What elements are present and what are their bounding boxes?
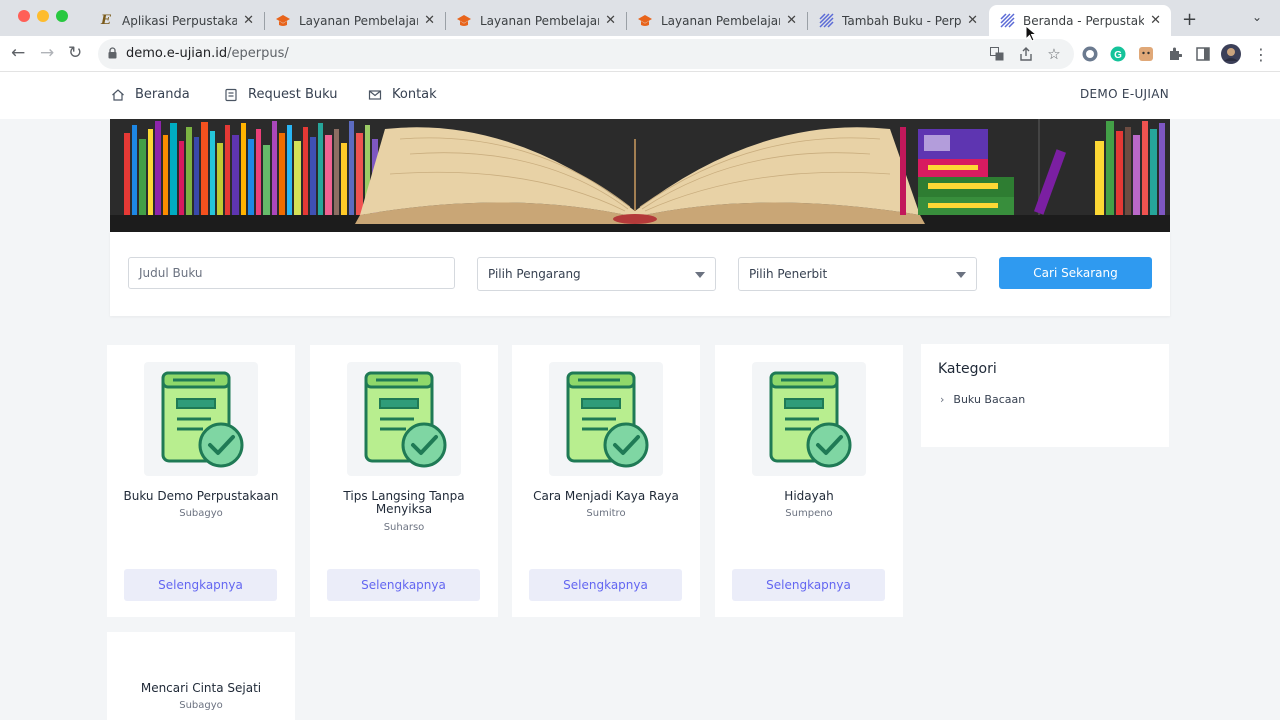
mail-icon [368, 89, 382, 100]
request-icon [225, 88, 237, 101]
browser-tab[interactable]: Tambah Buku - Perpusta ✕ [808, 5, 988, 36]
book-check-icon [161, 371, 244, 468]
lock-icon [108, 47, 117, 59]
book-card: Tips Langsing Tanpa Menyiksa Suharso Sel… [310, 345, 498, 617]
star-icon[interactable]: ☆ [1044, 44, 1064, 64]
book-thumbnail[interactable] [752, 362, 866, 476]
book-card: Buku Demo Perpustakaan Subagyo Selengkap… [107, 345, 295, 617]
category-panel: Kategori › Buku Bacaan [921, 344, 1169, 447]
book-card: Mencari Cinta Sejati Subagyo [107, 632, 295, 720]
back-arrow-icon[interactable]: ← [11, 43, 25, 63]
close-tab-icon[interactable]: ✕ [424, 13, 435, 28]
book-title[interactable]: Buku Demo Perpustakaan [115, 490, 287, 503]
site-header: Beranda Request Buku Kontak DEMO E-UJIAN [0, 72, 1280, 119]
category-item[interactable]: › Buku Bacaan [940, 393, 1025, 406]
minimize-window-button[interactable] [37, 10, 49, 22]
detail-button[interactable]: Selengkapnya [124, 569, 277, 601]
book-title[interactable]: Cara Menjadi Kaya Raya [520, 490, 692, 503]
profile-avatar[interactable] [1221, 44, 1241, 64]
svg-text:G: G [1114, 50, 1122, 61]
close-tab-icon[interactable]: ✕ [967, 13, 978, 28]
book-thumbnail[interactable] [347, 362, 461, 476]
forward-arrow-icon[interactable]: → [40, 43, 54, 63]
book-thumbnail[interactable] [144, 362, 258, 476]
book-card: Cara Menjadi Kaya Raya Sumitro Selengkap… [512, 345, 700, 617]
side-panel-icon[interactable] [1193, 44, 1213, 64]
translate-icon[interactable] [987, 44, 1007, 64]
browser-tab[interactable]: E Aplikasi Perpustakaan Se ✕ [88, 5, 264, 36]
detail-button[interactable]: Selengkapnya [529, 569, 682, 601]
nav-home[interactable]: Beranda [111, 87, 190, 102]
book-author: Sumpeno [785, 508, 833, 519]
address-bar[interactable]: demo.e-ujian.id/eperpus/ [98, 39, 1074, 69]
new-tab-button[interactable]: + [1182, 9, 1197, 30]
tab-search-chevron-icon[interactable]: ⌄ [1252, 10, 1262, 24]
nav-request-book[interactable]: Request Buku [224, 87, 337, 102]
browser-tab-active[interactable]: Beranda - Perpustakaan ✕ [989, 5, 1171, 36]
book-thumbnail[interactable] [549, 362, 663, 476]
category-title: Kategori [938, 361, 997, 377]
search-button[interactable]: Cari Sekarang [999, 257, 1152, 289]
browser-menu-icon[interactable]: ⋮ [1251, 44, 1271, 64]
search-panel: Judul Buku Pilih Pengarang Pilih Penerbi… [110, 232, 1170, 316]
extension-g-icon[interactable] [1080, 44, 1100, 64]
close-tab-icon[interactable]: ✕ [1150, 13, 1161, 28]
browser-toolbar: ← → ↻ demo.e-ujian.id/eperpus/ ☆ G ⋮ [0, 36, 1280, 72]
detail-button[interactable]: Selengkapnya [732, 569, 885, 601]
maximize-window-button[interactable] [56, 10, 68, 22]
book-author: Subagyo [179, 508, 223, 519]
book-title[interactable]: Hidayah [723, 490, 895, 503]
close-tab-icon[interactable]: ✕ [243, 13, 254, 28]
detail-button[interactable]: Selengkapnya [327, 569, 480, 601]
mouse-cursor-icon [1025, 25, 1037, 42]
library-banner-image [110, 119, 1170, 232]
extension-face-icon[interactable] [1136, 44, 1156, 64]
book-card: Hidayah Sumpeno Selengkapnya [715, 345, 903, 617]
nav-contact[interactable]: Kontak [368, 87, 437, 102]
book-author: Sumitro [586, 508, 626, 519]
book-author: Subagyo [179, 700, 223, 711]
book-title[interactable]: Mencari Cinta Sejati [115, 682, 287, 695]
graduation-cap-icon [456, 13, 472, 29]
chevron-down-icon [695, 272, 705, 278]
chevron-down-icon [956, 272, 966, 278]
reload-icon[interactable]: ↻ [68, 43, 82, 63]
site-brand[interactable]: DEMO E-UJIAN [1080, 87, 1169, 101]
publisher-select[interactable]: Pilih Penerbit [738, 257, 977, 291]
chevron-right-icon: › [940, 393, 945, 406]
close-window-button[interactable] [18, 10, 30, 22]
close-tab-icon[interactable]: ✕ [786, 13, 797, 28]
url-text: demo.e-ujian.id/eperpus/ [126, 46, 289, 61]
striped-logo-icon [999, 13, 1015, 29]
book-author: Suharso [383, 522, 425, 533]
browser-tab[interactable]: Layanan Pembelajaran O ✕ [627, 5, 807, 36]
book-title-input[interactable]: Judul Buku [128, 257, 455, 289]
graduation-cap-icon [275, 13, 291, 29]
browser-tab-bar: E Aplikasi Perpustakaan Se ✕ Layanan Pem… [0, 0, 1280, 36]
home-icon [112, 88, 124, 101]
author-select[interactable]: Pilih Pengarang [477, 257, 716, 291]
striped-logo-icon [818, 13, 834, 29]
extensions-icon[interactable] [1165, 44, 1185, 64]
browser-tab[interactable]: Layanan Pembelajaran O ✕ [265, 5, 445, 36]
book-check-icon [364, 371, 447, 468]
book-check-icon [769, 371, 852, 468]
close-tab-icon[interactable]: ✕ [605, 13, 616, 28]
grammarly-icon[interactable]: G [1108, 44, 1128, 64]
graduation-cap-icon [637, 13, 653, 29]
browser-tab[interactable]: Layanan Pembelajaran O ✕ [446, 5, 626, 36]
book-title[interactable]: Tips Langsing Tanpa Menyiksa [332, 490, 476, 516]
e-logo-icon: E [101, 13, 111, 28]
share-icon[interactable] [1016, 44, 1036, 64]
book-check-icon [566, 371, 649, 468]
